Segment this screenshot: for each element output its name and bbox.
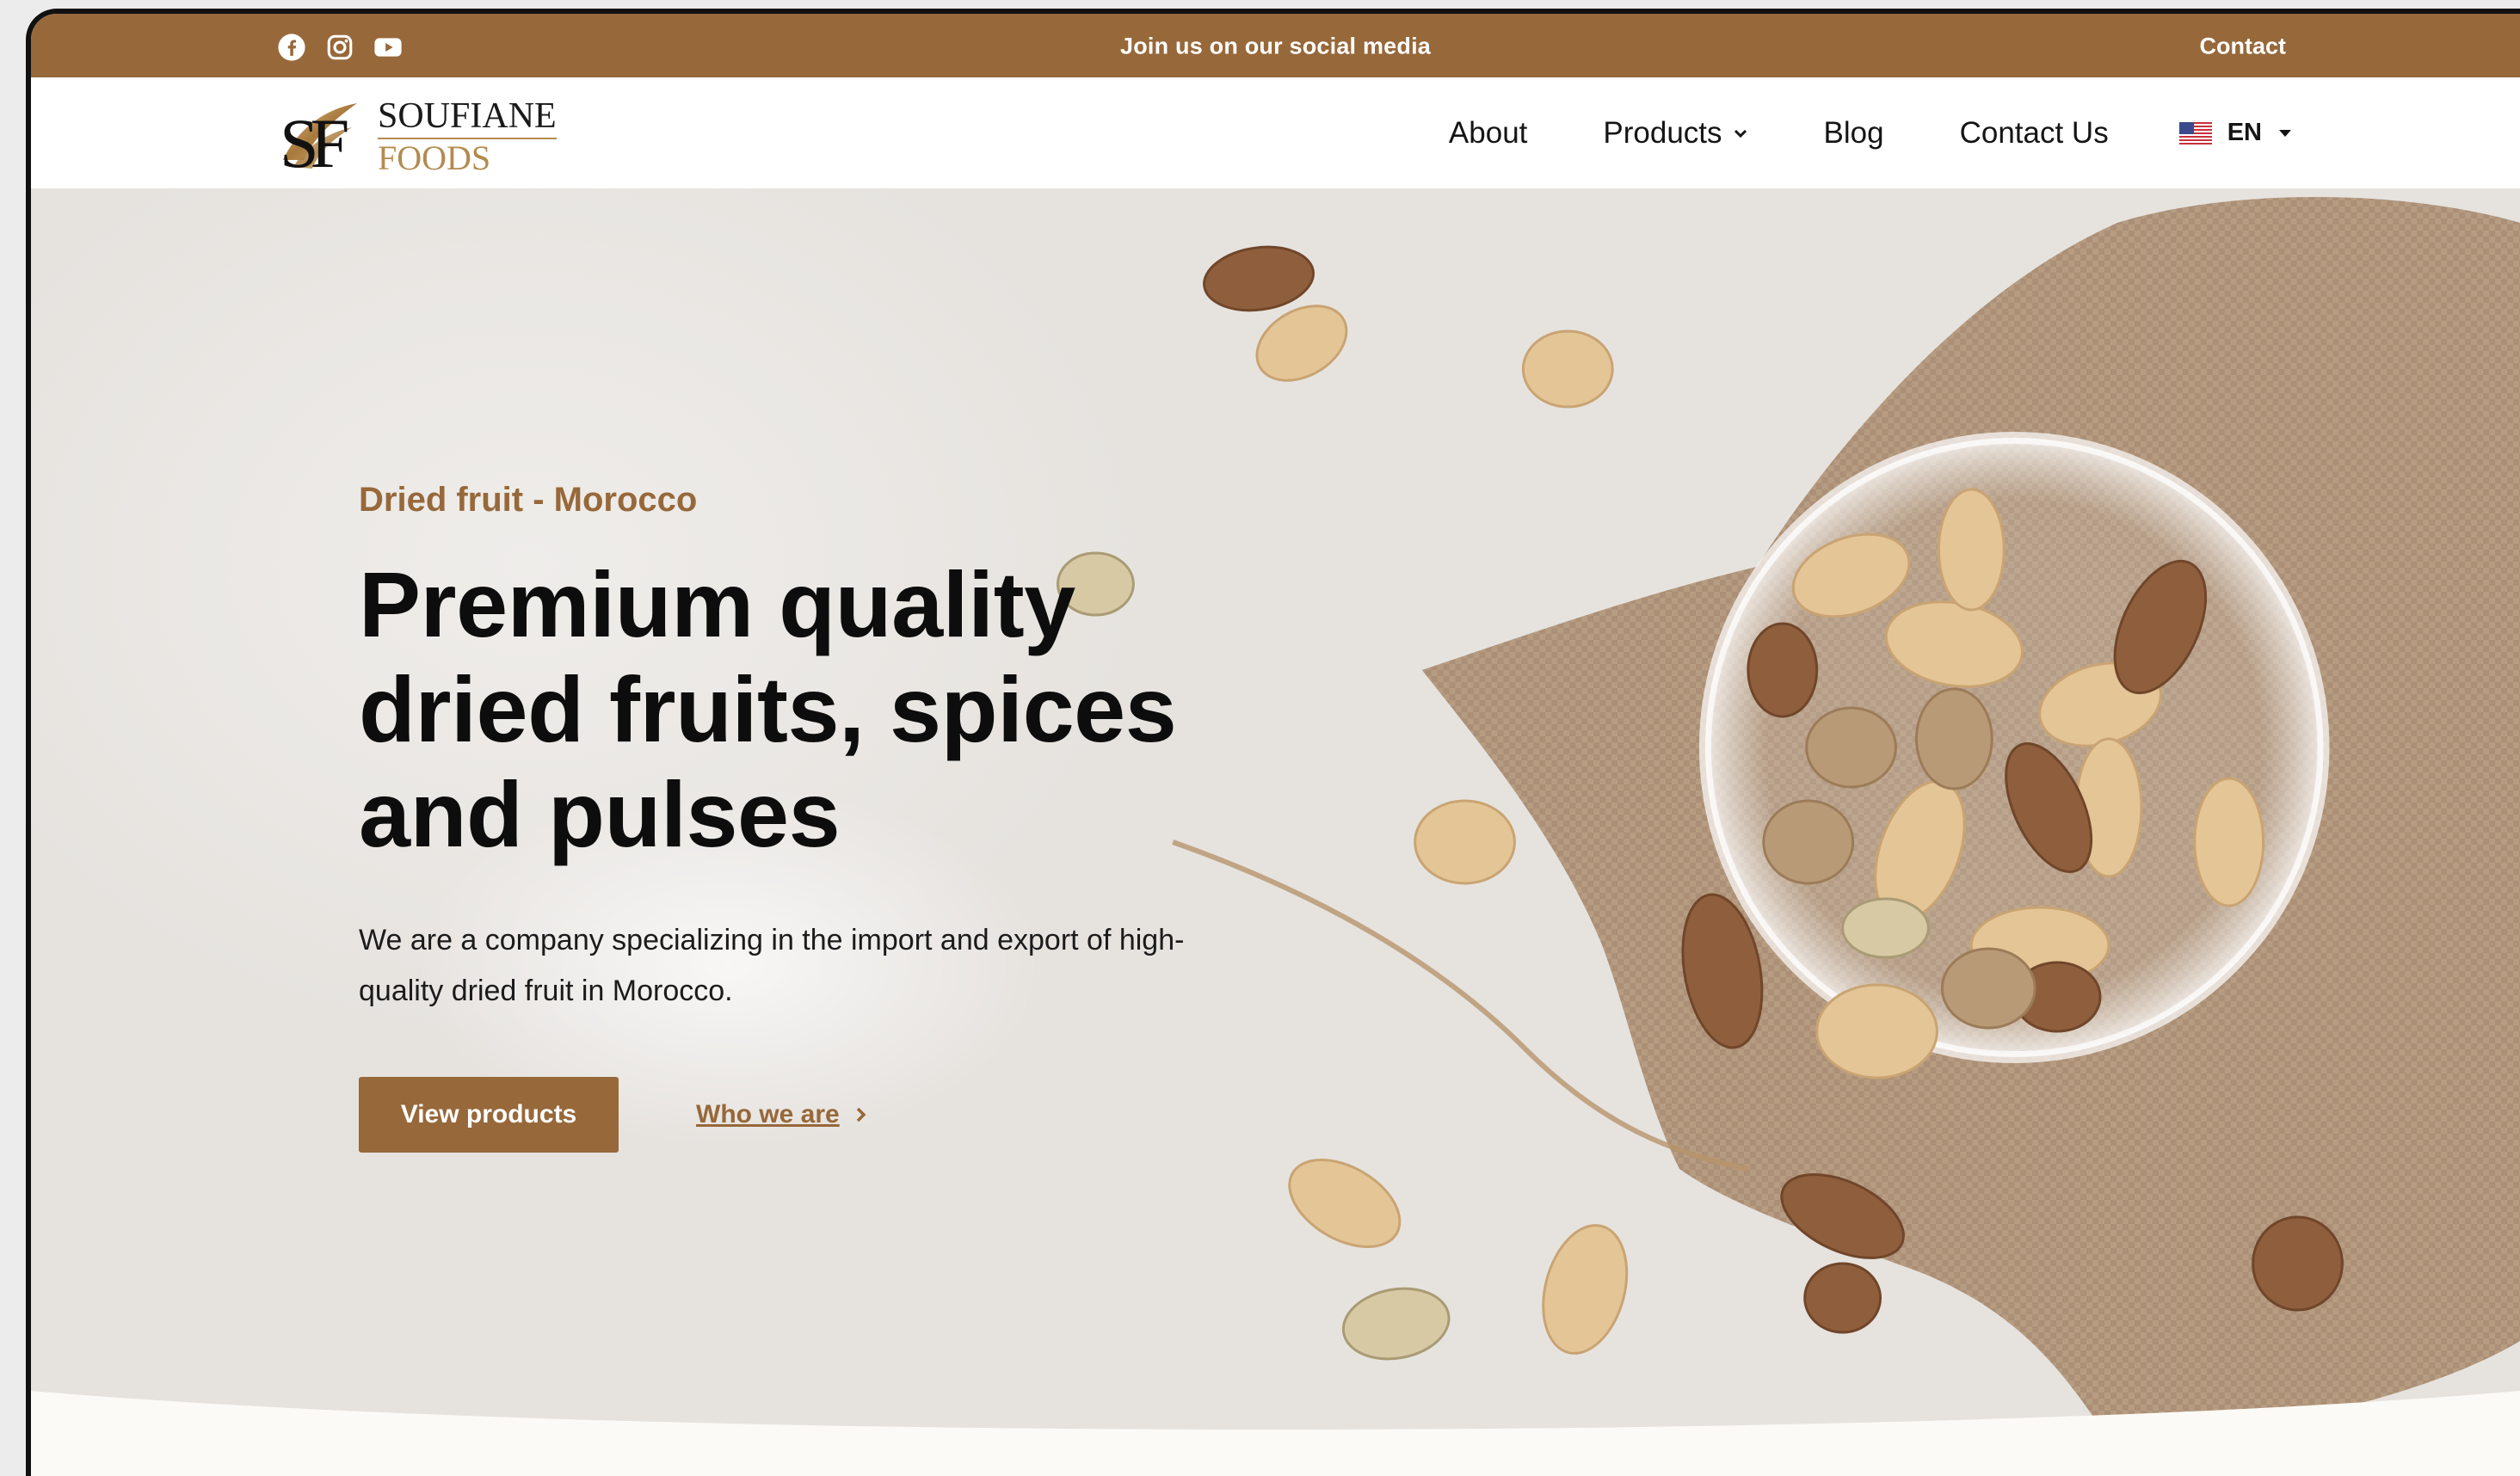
nav-item-blog[interactable]: Blog xyxy=(1824,116,1884,151)
chevron-down-icon xyxy=(1734,129,1747,138)
topbar-message: Join us on our social media xyxy=(1120,33,1431,59)
language-selector[interactable]: EN xyxy=(2178,119,2293,147)
hero-content: Dried fruit - Morocco Premium quality dr… xyxy=(359,481,1305,1153)
us-flag-icon xyxy=(2178,121,2212,145)
hero-eyebrow: Dried fruit - Morocco xyxy=(359,481,698,519)
hero-section: Dried fruit - Morocco Premium quality dr… xyxy=(31,188,2520,1441)
nav-item-label: Blog xyxy=(1823,115,1884,150)
instagram-icon[interactable] xyxy=(325,33,354,62)
main-navbar: SF SOUFIANE FOODS About Products Blog Co… xyxy=(31,77,2520,188)
logo-initials: SF xyxy=(280,104,348,174)
nav-item-contact-us[interactable]: Contact Us xyxy=(1960,116,2109,151)
logo-mark-icon: SF xyxy=(280,103,357,174)
nav-item-about[interactable]: About xyxy=(1449,116,1527,151)
browser-frame: Join us on our social media Contact SF S… xyxy=(26,9,2520,1476)
nav-item-label: About xyxy=(1448,115,1528,150)
who-we-are-label: Who we are xyxy=(696,1100,840,1129)
nav-item-label: Products xyxy=(1603,115,1722,150)
nav-item-products[interactable]: Products xyxy=(1603,116,1747,151)
topbar-contact-link[interactable]: Contact xyxy=(2200,34,2287,60)
hero-headline: Premium quality dried fruits, spices and… xyxy=(359,552,1177,867)
hero-cta-group: View products Who we are xyxy=(359,1077,1305,1153)
caret-down-icon xyxy=(2279,129,2291,137)
logo-wordmark: SOUFIANE FOODS xyxy=(378,98,557,175)
site-logo[interactable]: SF SOUFIANE FOODS xyxy=(278,98,557,175)
main-nav: About Products Blog Contact Us EN xyxy=(1373,77,2293,188)
youtube-icon[interactable] xyxy=(373,33,403,62)
view-products-button[interactable]: View products xyxy=(359,1077,619,1153)
language-code: EN xyxy=(2227,119,2262,146)
nav-item-label: Contact Us xyxy=(1959,115,2109,150)
hero-description: We are a company specializing in the imp… xyxy=(359,924,1185,1008)
facebook-icon[interactable] xyxy=(277,33,306,62)
top-bar: Join us on our social media Contact xyxy=(31,14,2520,77)
hero-bottom-curve xyxy=(31,1391,2520,1441)
logo-name-line1: SOUFIANE xyxy=(378,98,557,139)
social-links xyxy=(277,33,403,62)
chevron-right-icon xyxy=(856,1108,866,1122)
who-we-are-link[interactable]: Who we are xyxy=(696,1100,867,1129)
logo-name-line2: FOODS xyxy=(378,138,491,177)
